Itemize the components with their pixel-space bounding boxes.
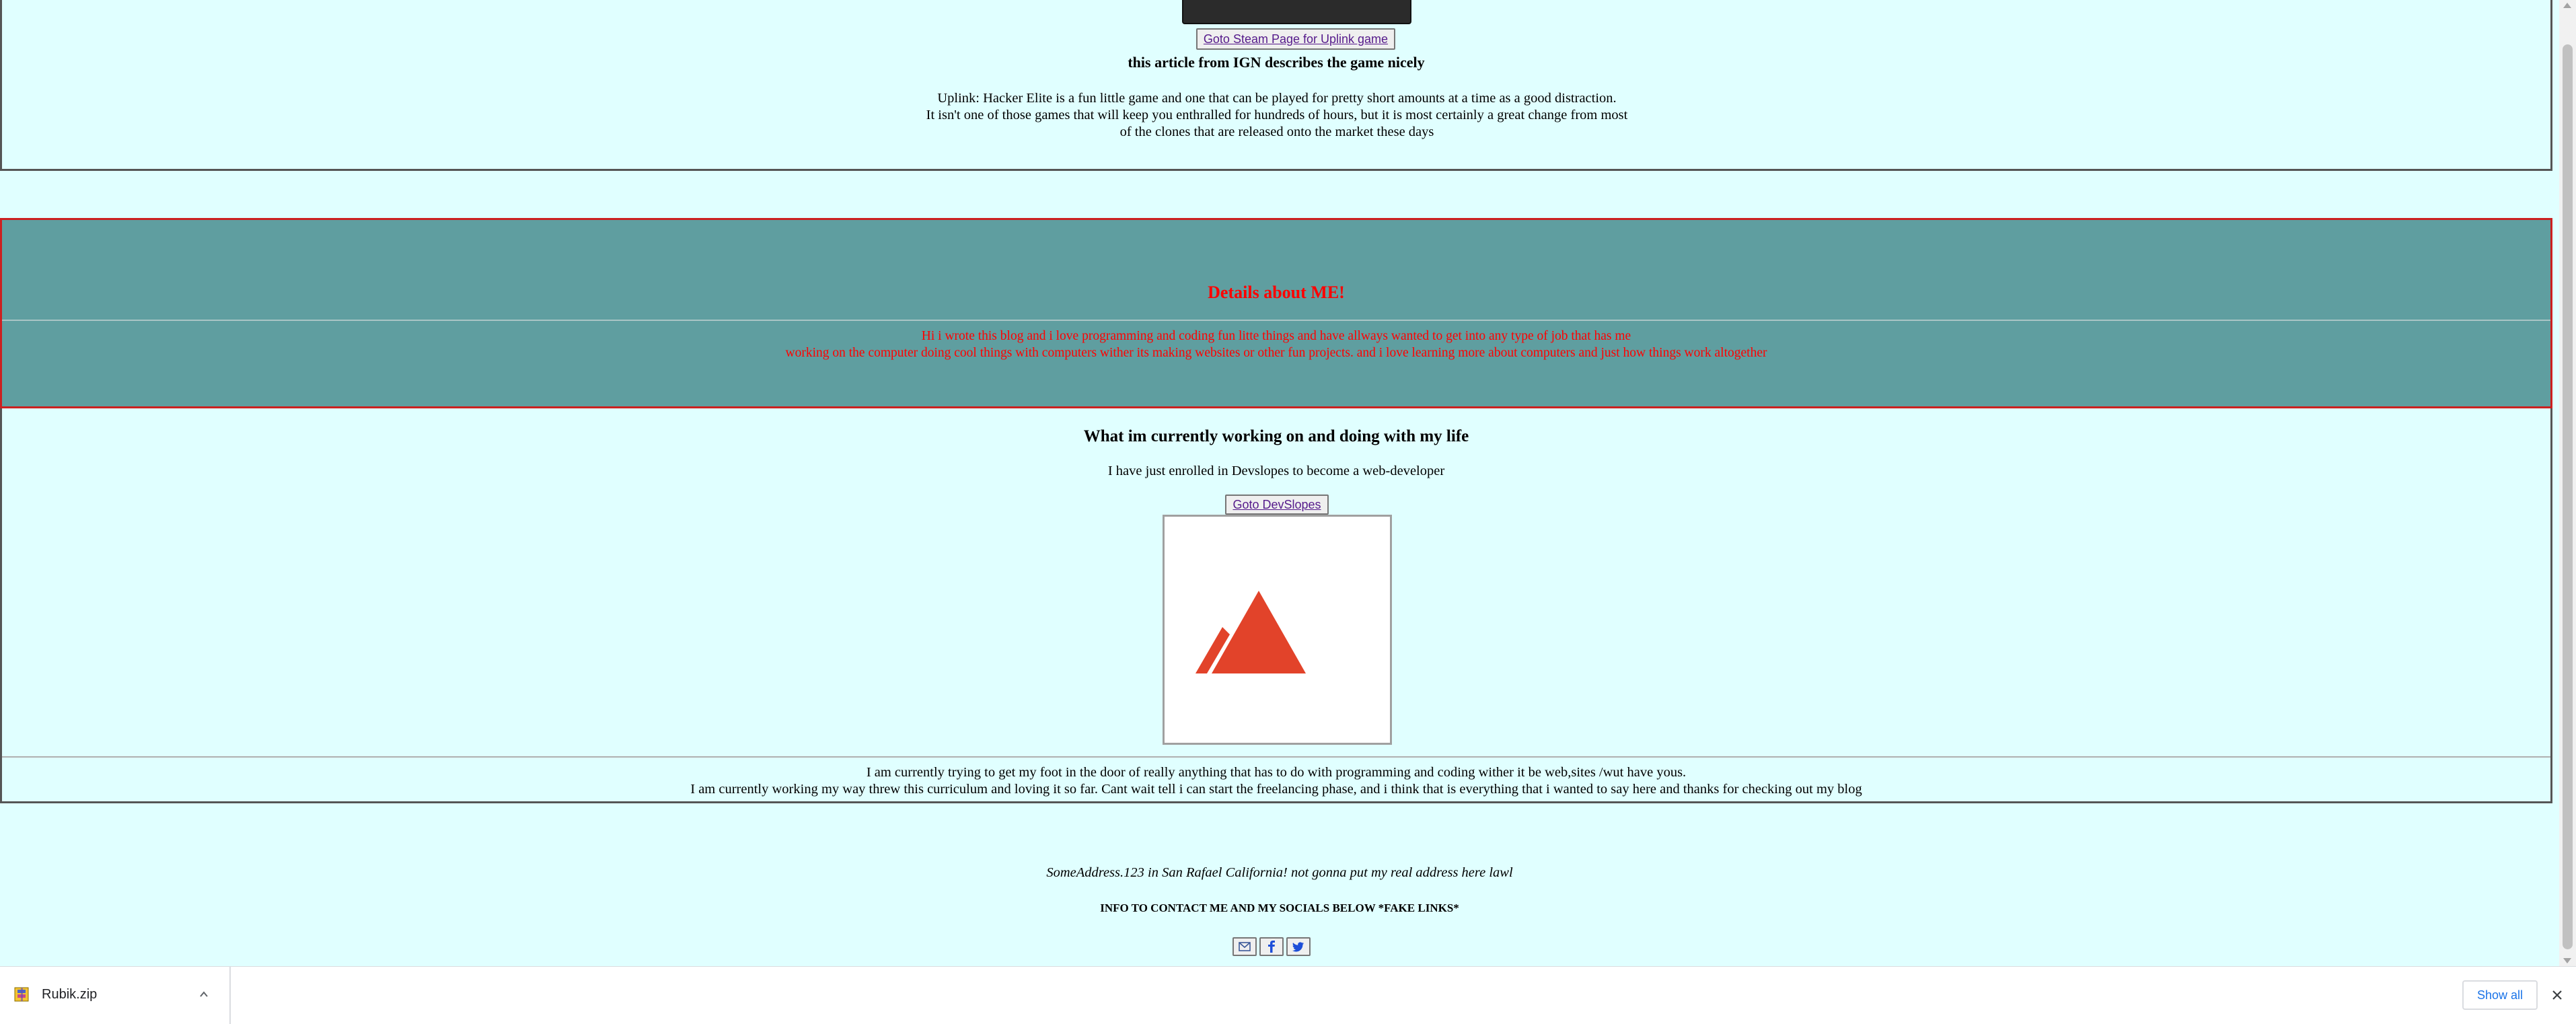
- email-icon: [1239, 942, 1251, 951]
- twitter-link-button[interactable]: [1286, 937, 1311, 956]
- game-image-bottom: [1182, 0, 1411, 24]
- download-item[interactable]: Rubik.zip: [0, 967, 231, 1024]
- ign-line: It isn't one of those games that will ke…: [926, 108, 1628, 122]
- work-text: I am currently trying to get my foot in …: [2, 764, 2550, 798]
- devslopes-logo: [1163, 515, 1392, 745]
- twitter-icon: [1292, 941, 1304, 951]
- footer-contact-heading: INFO TO CONTACT ME AND MY SOCIALS BELOW …: [1100, 902, 1459, 914]
- close-icon[interactable]: [2550, 988, 2564, 1002]
- ign-article-heading: this article from IGN describes the game…: [1128, 54, 1425, 71]
- scroll-down-icon[interactable]: [2563, 958, 2571, 963]
- details-text: Hi i wrote this blog and i love programm…: [2, 328, 2550, 361]
- zip-file-icon: [14, 987, 29, 1002]
- work-line: I am currently trying to get my foot in …: [866, 765, 1687, 780]
- facebook-link-button[interactable]: [1259, 937, 1284, 956]
- vertical-scrollbar[interactable]: [2559, 0, 2576, 966]
- details-divider: [2, 320, 2550, 321]
- details-line: working on the computer doing cool thing…: [785, 346, 1767, 360]
- devslopes-logo-icon: [1195, 591, 1306, 673]
- work-divider: [2, 756, 2550, 758]
- chevron-up-icon[interactable]: [199, 990, 209, 999]
- uplink-section: Goto Steam Page for Uplink game this art…: [0, 0, 2552, 171]
- page-viewport: Goto Steam Page for Uplink game this art…: [0, 0, 2559, 966]
- facebook-icon: [1268, 941, 1275, 953]
- details-heading: Details about ME!: [1208, 283, 1345, 302]
- work-section: What im currently working on and doing w…: [0, 408, 2552, 803]
- download-bar: Rubik.zip Show all: [0, 966, 2576, 1024]
- ign-line: Uplink: Hacker Elite is a fun little gam…: [937, 91, 1617, 106]
- work-subtitle: I have just enrolled in Devslopes to bec…: [1107, 464, 1445, 478]
- steam-page-button[interactable]: Goto Steam Page for Uplink game: [1196, 28, 1395, 50]
- scroll-up-icon[interactable]: [2563, 3, 2571, 8]
- download-file-name: Rubik.zip: [42, 987, 98, 1002]
- work-heading: What im currently working on and doing w…: [1083, 427, 1469, 445]
- show-all-button[interactable]: Show all: [2462, 980, 2538, 1010]
- ign-article-text: Uplink: Hacker Elite is a fun little gam…: [904, 90, 1650, 141]
- details-section: Details about ME! Hi i wrote this blog a…: [0, 218, 2552, 408]
- scrollbar-thumb[interactable]: [2563, 44, 2573, 949]
- footer-address: SomeAddress.123 in San Rafael California…: [1046, 865, 1513, 880]
- ign-line: of the clones that are released onto the…: [1119, 124, 1434, 139]
- details-line: Hi i wrote this blog and i love programm…: [921, 329, 1631, 343]
- work-line: I am currently working my way threw this…: [690, 782, 1862, 797]
- devslopes-button[interactable]: Goto DevSlopes: [1225, 495, 1329, 515]
- social-links: [1232, 937, 1311, 956]
- email-link-button[interactable]: [1232, 937, 1257, 956]
